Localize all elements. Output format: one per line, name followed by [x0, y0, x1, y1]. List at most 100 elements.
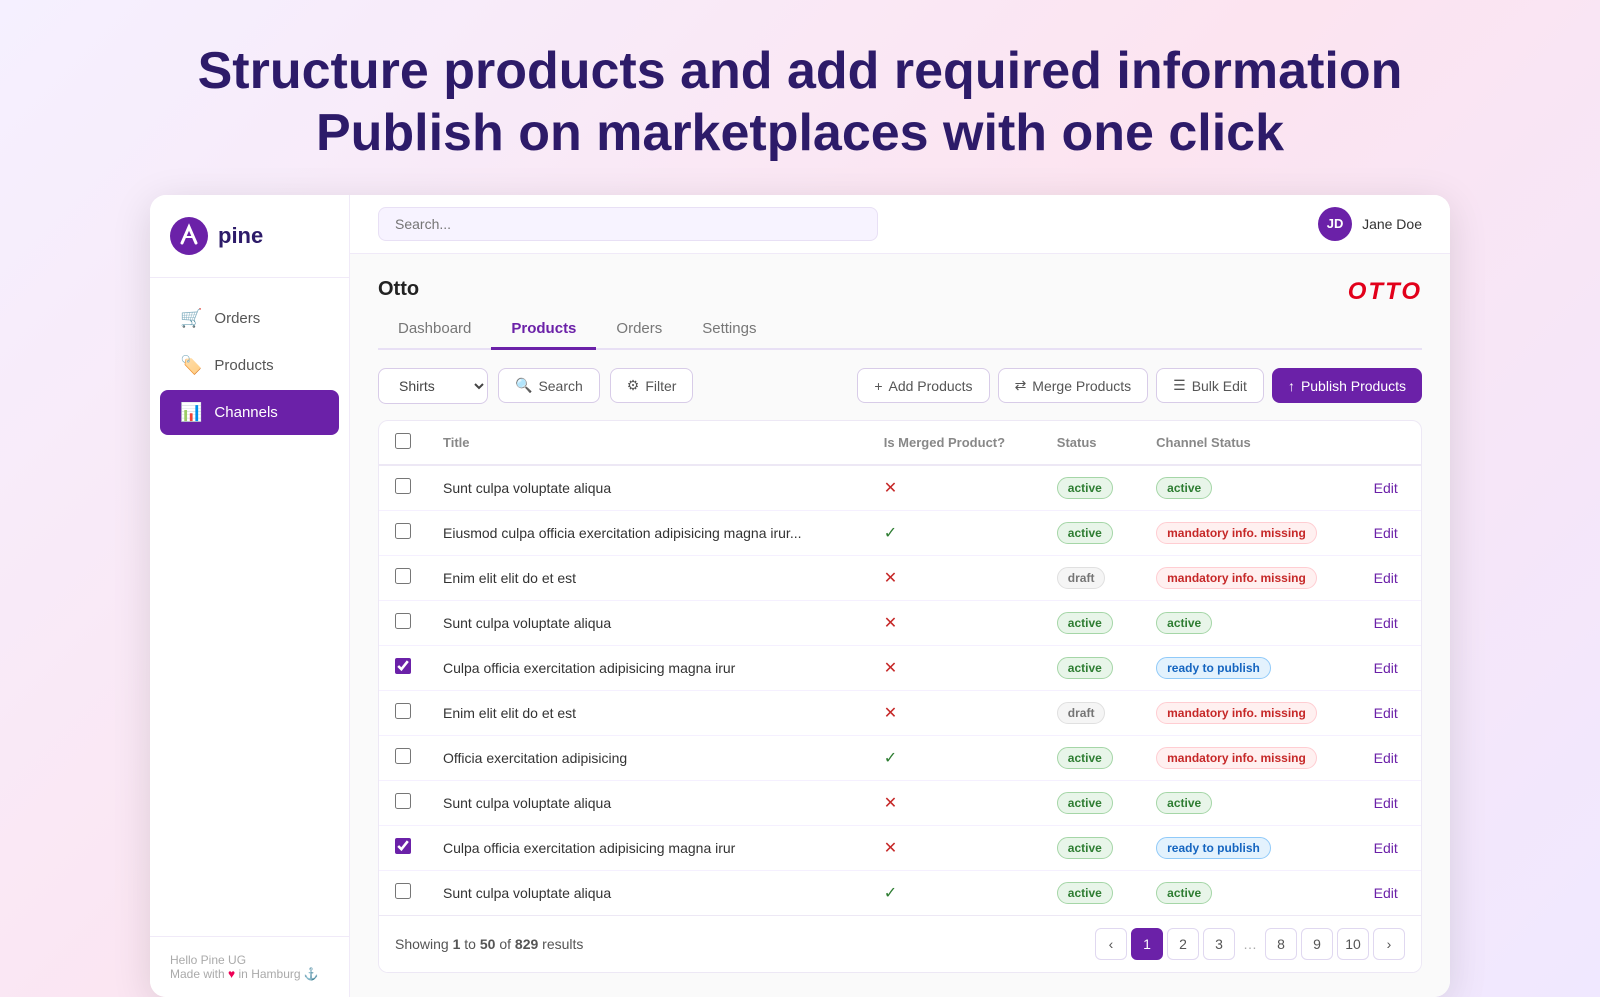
edit-button[interactable]: Edit [1374, 570, 1398, 586]
status-badge: active [1057, 747, 1113, 769]
toolbar-right: + Add Products ⇄ Merge Products ☰ Bulk E… [857, 368, 1422, 403]
row-title: Eiusmod culpa officia exercitation adipi… [427, 510, 868, 555]
check-icon: ✓ [884, 750, 897, 767]
row-checkbox[interactable] [395, 703, 411, 719]
page-10-button[interactable]: 10 [1337, 928, 1369, 960]
row-checkbox[interactable] [395, 793, 411, 809]
row-channel-status: active [1140, 600, 1357, 645]
row-merged: ✓ [868, 870, 1041, 915]
edit-button[interactable]: Edit [1374, 480, 1398, 496]
channel-status-badge: mandatory info. missing [1156, 702, 1317, 724]
cross-icon: ✕ [884, 615, 897, 632]
col-channel-status: Channel Status [1140, 421, 1357, 465]
page-3-button[interactable]: 3 [1203, 928, 1235, 960]
edit-button[interactable]: Edit [1374, 750, 1398, 766]
row-edit-cell: Edit [1358, 825, 1421, 870]
sidebar-item-products[interactable]: 🏷️ Products [160, 343, 339, 388]
channel-status-badge: active [1156, 792, 1212, 814]
row-title: Sunt culpa voluptate aliqua [427, 870, 868, 915]
row-title: Sunt culpa voluptate aliqua [427, 780, 868, 825]
row-title: Enim elit elit do et est [427, 690, 868, 735]
prev-page-button[interactable]: ‹ [1095, 928, 1127, 960]
row-checkbox[interactable] [395, 883, 411, 899]
row-channel-status: active [1140, 870, 1357, 915]
status-badge: draft [1057, 702, 1106, 724]
status-badge: active [1057, 837, 1113, 859]
sidebar-item-products-label: Products [214, 357, 273, 374]
table-row: Enim elit elit do et est✕draftmandatory … [379, 555, 1421, 600]
bulk-edit-button[interactable]: ☰ Bulk Edit [1156, 368, 1264, 403]
page-8-button[interactable]: 8 [1265, 928, 1297, 960]
merge-products-button[interactable]: ⇄ Merge Products [998, 368, 1149, 403]
row-checkbox-cell [379, 870, 427, 915]
page-9-button[interactable]: 9 [1301, 928, 1333, 960]
status-badge: active [1057, 522, 1113, 544]
publish-products-button[interactable]: ↑ Publish Products [1272, 368, 1422, 403]
row-checkbox[interactable] [395, 568, 411, 584]
topbar: JD Jane Doe [350, 195, 1450, 254]
topbar-right: JD Jane Doe [1318, 207, 1422, 241]
edit-button[interactable]: Edit [1374, 705, 1398, 721]
search-icon: 🔍 [515, 377, 532, 394]
category-select[interactable]: Shirts [378, 368, 488, 404]
row-checkbox-cell [379, 735, 427, 780]
page-dots: … [1239, 936, 1261, 952]
row-edit-cell: Edit [1358, 870, 1421, 915]
page-1-button[interactable]: 1 [1131, 928, 1163, 960]
row-checkbox-cell [379, 510, 427, 555]
sidebar-item-orders[interactable]: 🛒 Orders [160, 296, 339, 341]
channels-icon: 📊 [180, 402, 202, 423]
edit-button[interactable]: Edit [1374, 615, 1398, 631]
row-checkbox[interactable] [395, 613, 411, 629]
otto-logo: OTTO [1348, 278, 1422, 306]
next-page-button[interactable]: › [1373, 928, 1405, 960]
row-channel-status: ready to publish [1140, 825, 1357, 870]
products-table-wrapper: Title Is Merged Product? Status Channel … [378, 420, 1422, 973]
filter-button[interactable]: ⚙ Filter [610, 368, 694, 403]
row-checkbox[interactable] [395, 838, 411, 854]
edit-button[interactable]: Edit [1374, 840, 1398, 856]
table-row: Culpa officia exercitation adipisicing m… [379, 645, 1421, 690]
row-checkbox[interactable] [395, 523, 411, 539]
row-edit-cell: Edit [1358, 735, 1421, 780]
channel-status-badge: ready to publish [1156, 837, 1271, 859]
row-checkbox-cell [379, 555, 427, 600]
row-checkbox-cell [379, 600, 427, 645]
row-status: draft [1041, 555, 1140, 600]
row-merged: ✕ [868, 825, 1041, 870]
row-checkbox[interactable] [395, 748, 411, 764]
row-status: draft [1041, 690, 1140, 735]
row-checkbox[interactable] [395, 658, 411, 674]
status-badge: active [1057, 612, 1113, 634]
row-channel-status: ready to publish [1140, 645, 1357, 690]
col-merged: Is Merged Product? [868, 421, 1041, 465]
tab-orders[interactable]: Orders [596, 310, 682, 350]
row-channel-status: mandatory info. missing [1140, 690, 1357, 735]
row-merged: ✕ [868, 690, 1041, 735]
sidebar-item-channels[interactable]: 📊 Channels [160, 390, 339, 435]
row-channel-status: mandatory info. missing [1140, 555, 1357, 600]
products-table: Title Is Merged Product? Status Channel … [379, 421, 1421, 915]
select-all-checkbox[interactable] [395, 433, 411, 449]
tab-settings[interactable]: Settings [682, 310, 776, 350]
row-channel-status: mandatory info. missing [1140, 510, 1357, 555]
row-merged: ✕ [868, 555, 1041, 600]
edit-button[interactable]: Edit [1374, 525, 1398, 541]
edit-button[interactable]: Edit [1374, 660, 1398, 676]
row-checkbox[interactable] [395, 478, 411, 494]
page-2-button[interactable]: 2 [1167, 928, 1199, 960]
row-edit-cell: Edit [1358, 555, 1421, 600]
edit-button[interactable]: Edit [1374, 795, 1398, 811]
footer-line2: Made with ♥ in Hamburg ⚓ [170, 967, 329, 981]
row-status: active [1041, 510, 1140, 555]
search-button[interactable]: 🔍 Search [498, 368, 600, 403]
tab-dashboard[interactable]: Dashboard [378, 310, 491, 350]
tab-products[interactable]: Products [491, 310, 596, 350]
search-input[interactable] [378, 207, 878, 241]
pagination-row: Showing 1 to 50 of 829 results ‹ 1 2 3 …… [379, 915, 1421, 972]
row-edit-cell: Edit [1358, 600, 1421, 645]
sidebar-footer: Hello Pine UG Made with ♥ in Hamburg ⚓ [150, 936, 349, 997]
edit-button[interactable]: Edit [1374, 885, 1398, 901]
add-products-button[interactable]: + Add Products [857, 368, 989, 403]
avatar: JD [1318, 207, 1352, 241]
